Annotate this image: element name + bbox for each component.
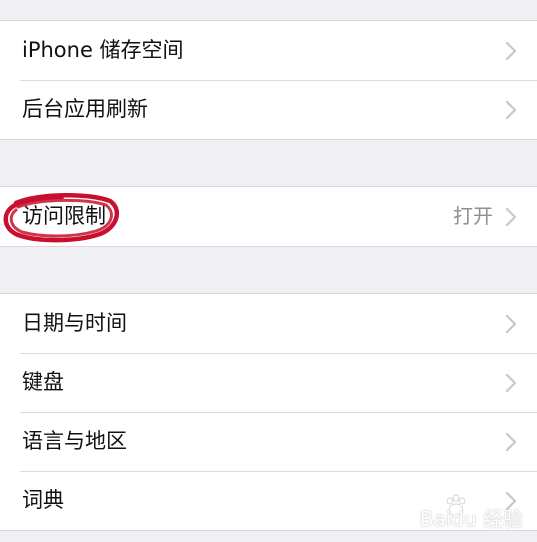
chevron-right-icon: [505, 207, 517, 227]
chevron-right-icon: [505, 314, 517, 334]
language-region-label: 语言与地区: [22, 429, 127, 453]
iphone-storage-row[interactable]: iPhone 储存空间: [0, 21, 537, 80]
chevron-right-icon: [505, 432, 517, 452]
iphone-storage-label: iPhone 储存空间: [22, 38, 184, 62]
language-region-row[interactable]: 语言与地区: [0, 412, 537, 471]
dictionary-label: 词典: [22, 488, 64, 512]
settings-screen: iPhone 储存空间 后台应用刷新 访问限制 打开 日期与时间 键盘 语言与地…: [0, 0, 537, 542]
date-time-row[interactable]: 日期与时间: [0, 294, 537, 353]
watermark-text: Baidu 经验: [419, 507, 523, 531]
restrictions-group: 访问限制 打开: [0, 186, 537, 247]
date-time-label: 日期与时间: [22, 311, 127, 335]
chevron-right-icon: [505, 373, 517, 393]
restrictions-value: 打开: [453, 204, 493, 228]
baidu-watermark: Baidu 经验: [415, 492, 523, 532]
restrictions-row[interactable]: 访问限制 打开: [0, 187, 537, 246]
background-app-refresh-row[interactable]: 后台应用刷新: [0, 80, 537, 139]
keyboard-label: 键盘: [22, 370, 64, 394]
background-app-refresh-label: 后台应用刷新: [22, 97, 148, 121]
chevron-right-icon: [505, 41, 517, 61]
restrictions-label: 访问限制: [22, 204, 106, 228]
storage-group: iPhone 储存空间 后台应用刷新: [0, 20, 537, 140]
chevron-right-icon: [505, 100, 517, 120]
keyboard-row[interactable]: 键盘: [0, 353, 537, 412]
